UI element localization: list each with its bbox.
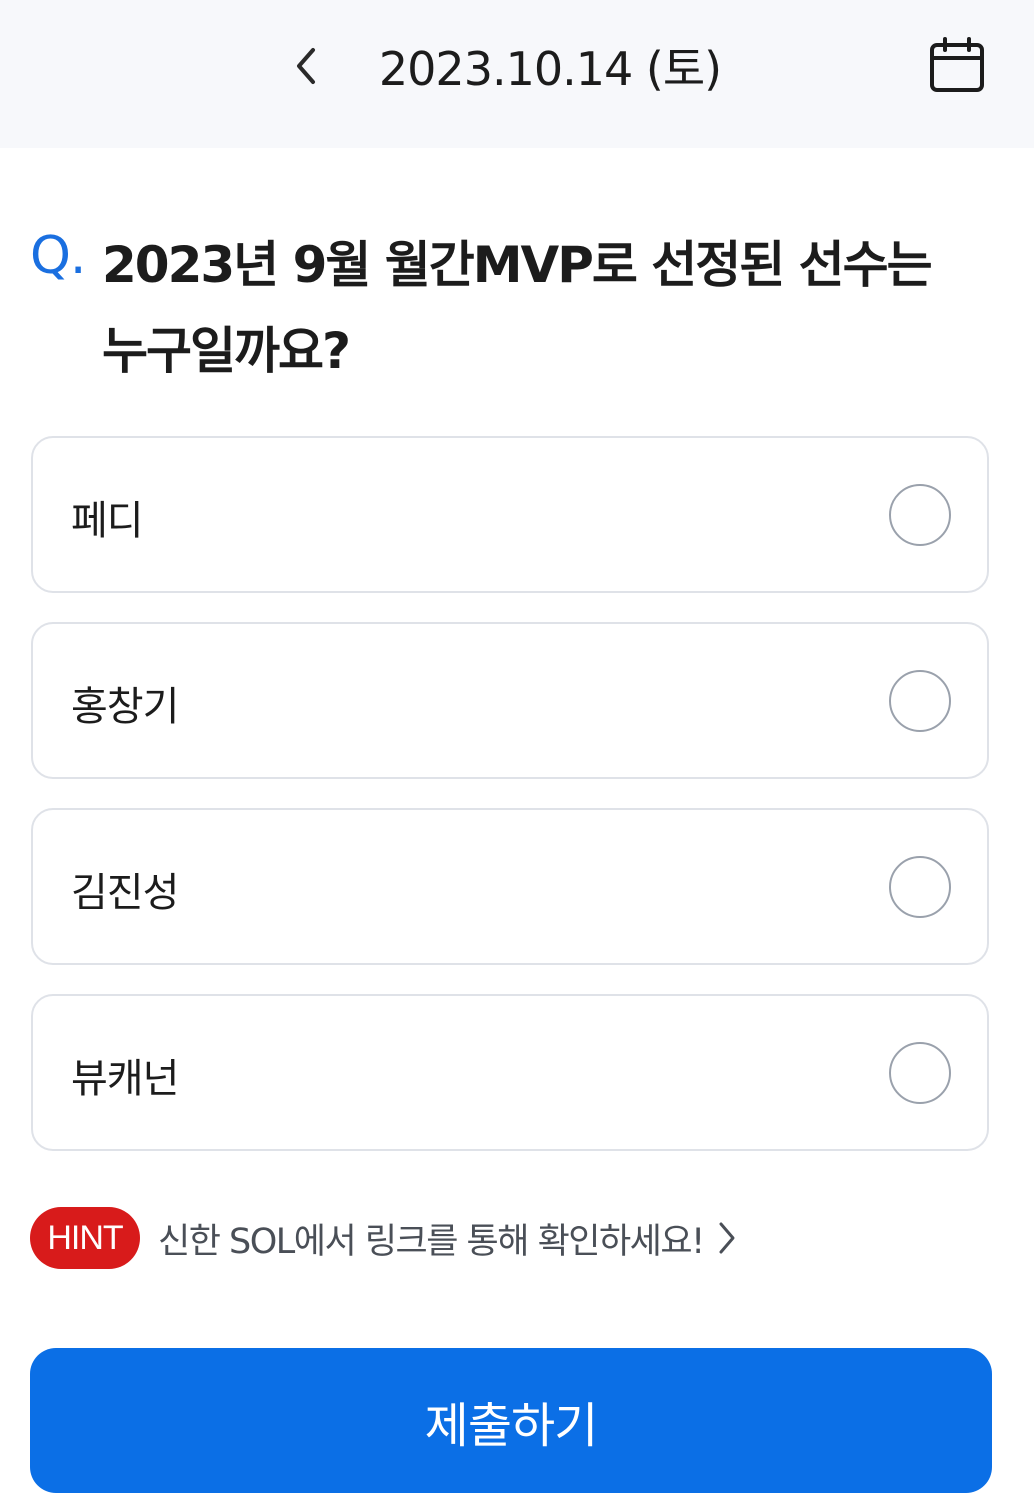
answer-option-label: 김진성 — [71, 869, 179, 916]
hint-text: 신한 SOL에서 링크를 통해 확인하세요! — [158, 1221, 705, 1262]
hint-link[interactable]: HINT 신한 SOL에서 링크를 통해 확인하세요! — [30, 1206, 1010, 1270]
radio-button[interactable] — [889, 856, 951, 918]
question-mark-label: Q. — [30, 226, 86, 286]
question-line-1: 2023년 9월 월간MVP로 선정된 선수는 — [102, 236, 933, 294]
answer-option-label: 페디 — [71, 497, 144, 544]
quiz-screen: 2023.10.14 (토) Q. 2023년 9월 월간MVP로 선정된 선수… — [0, 0, 1034, 1507]
answer-option-label: 홍창기 — [71, 683, 179, 730]
previous-date-button[interactable] — [282, 38, 330, 94]
radio-button[interactable] — [889, 484, 951, 546]
chevron-right-icon — [719, 1222, 735, 1254]
calendar-icon — [930, 37, 984, 92]
answer-option-4[interactable]: 뷰캐넌 — [31, 994, 989, 1151]
question-text: 2023년 9월 월간MVP로 선정된 선수는 누구일까요? — [102, 222, 1002, 394]
header-bar: 2023.10.14 (토) — [0, 0, 1034, 148]
calendar-button[interactable] — [924, 32, 990, 98]
hint-badge: HINT — [30, 1207, 140, 1269]
radio-button[interactable] — [889, 1042, 951, 1104]
hint-chevron — [716, 1218, 738, 1258]
radio-button[interactable] — [889, 670, 951, 732]
chevron-left-icon — [297, 48, 315, 84]
answer-option-3[interactable]: 김진성 — [31, 808, 989, 965]
answer-option-1[interactable]: 페디 — [31, 436, 989, 593]
answer-option-label: 뷰캐넌 — [71, 1055, 179, 1102]
answer-option-2[interactable]: 홍창기 — [31, 622, 989, 779]
question-line-2: 누구일까요? — [102, 322, 351, 380]
submit-button[interactable]: 제출하기 — [30, 1348, 992, 1493]
date-title: 2023.10.14 (토) — [378, 42, 722, 96]
